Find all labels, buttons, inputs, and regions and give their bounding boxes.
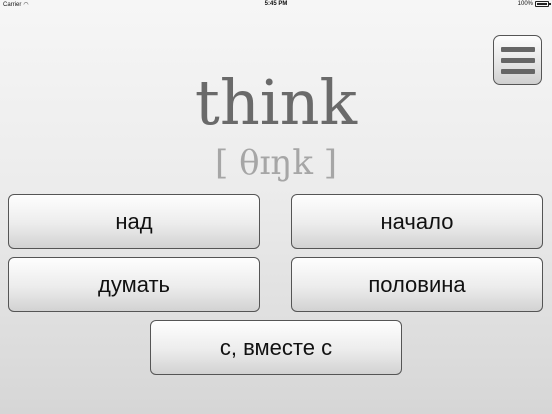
answer-button[interactable]: думать (8, 257, 260, 312)
answer-button[interactable]: половина (291, 257, 543, 312)
battery-indicator: 100% (517, 1, 551, 7)
word-transcription: [ θɪŋk ] (215, 143, 337, 183)
answer-button[interactable]: с, вместе с (150, 320, 402, 375)
quiz-word: think (194, 66, 358, 139)
answer-button[interactable]: над (8, 194, 260, 249)
status-bar: Carrier ◠ 5:45 PM 100% (0, 0, 552, 10)
answer-button[interactable]: начало (291, 194, 543, 249)
status-time: 5:45 PM (264, 1, 288, 7)
battery-icon (535, 1, 551, 7)
battery-percent: 100% (517, 1, 533, 7)
hamburger-menu-icon-bar (500, 57, 535, 63)
hamburger-menu-icon (500, 46, 535, 52)
